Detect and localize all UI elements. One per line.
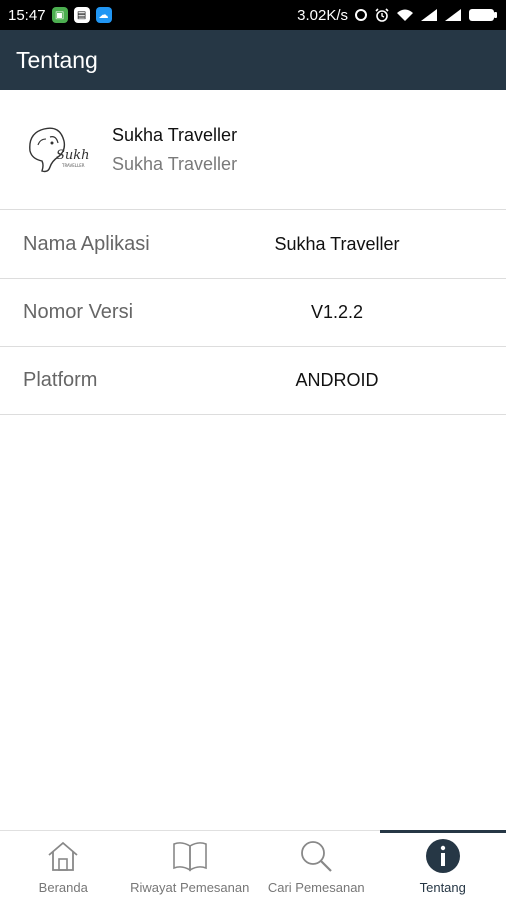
- nav-label: Riwayat Pemesanan: [130, 880, 250, 895]
- notification-message-icon: ▤: [73, 7, 90, 23]
- svg-text:Sukha: Sukha: [56, 148, 90, 163]
- app-names: Sukha Traveller Sukha Traveller: [112, 125, 237, 175]
- app-bar: Tentang: [0, 30, 506, 90]
- notification-app-icon: ▣: [51, 7, 68, 23]
- status-left: 15:47 ▣ ▤ ☁: [8, 7, 112, 24]
- info-label: Nomor Versi: [23, 301, 134, 323]
- info-label: Platform: [23, 369, 98, 391]
- status-time: 15:47: [8, 6, 46, 24]
- nav-label: Tentang: [419, 880, 466, 895]
- home-icon: [46, 836, 80, 876]
- info-value: Sukha Traveller: [274, 234, 400, 254]
- info-list: Nama Aplikasi Sukha Traveller Nomor Vers…: [0, 211, 506, 415]
- info-value: V1.2.2: [310, 302, 364, 322]
- battery-icon: [468, 8, 498, 22]
- info-row-app-name: Nama Aplikasi Sukha Traveller: [0, 211, 506, 279]
- search-icon: [298, 836, 334, 876]
- nav-item-beranda[interactable]: Beranda: [0, 831, 127, 900]
- nav-item-tentang[interactable]: Tentang: [379, 830, 506, 900]
- info-label: Nama Aplikasi: [23, 233, 150, 255]
- nav-label: Cari Pemesanan: [267, 880, 365, 895]
- signal-icon: [420, 8, 438, 22]
- app-name: Sukha Traveller: [112, 124, 238, 145]
- nav-label: Beranda: [38, 880, 88, 895]
- notification-cloud-icon: ☁: [95, 7, 112, 23]
- elephant-logo-icon: Sukha TRAVELLER: [20, 115, 97, 185]
- nav-item-riwayat[interactable]: Riwayat Pemesanan: [127, 831, 254, 900]
- page-title: Tentang: [16, 46, 98, 73]
- svg-text:TRAVELLER: TRAVELLER: [61, 163, 85, 168]
- bottom-nav: Beranda Riwayat Pemesanan Cari Pemesanan: [0, 830, 506, 900]
- info-row-platform: Platform ANDROID: [0, 347, 506, 415]
- alarm-icon: [374, 7, 390, 23]
- nav-item-cari[interactable]: Cari Pemesanan: [253, 831, 380, 900]
- info-value: ANDROID: [295, 370, 379, 390]
- book-icon: [171, 836, 209, 876]
- info-row-version: Nomor Versi V1.2.2: [0, 279, 506, 347]
- app-subtitle: Sukha Traveller: [112, 153, 238, 174]
- app-header: Sukha TRAVELLER Sukha Traveller Sukha Tr…: [0, 90, 506, 210]
- sync-icon: [354, 8, 368, 22]
- status-bar: 15:47 ▣ ▤ ☁ 3.02K/s: [0, 0, 506, 30]
- info-icon: [425, 836, 461, 876]
- network-speed: 3.02K/s: [297, 6, 348, 24]
- signal-2-icon: [444, 8, 462, 22]
- wifi-icon: [396, 8, 414, 22]
- status-right: 3.02K/s: [297, 7, 498, 24]
